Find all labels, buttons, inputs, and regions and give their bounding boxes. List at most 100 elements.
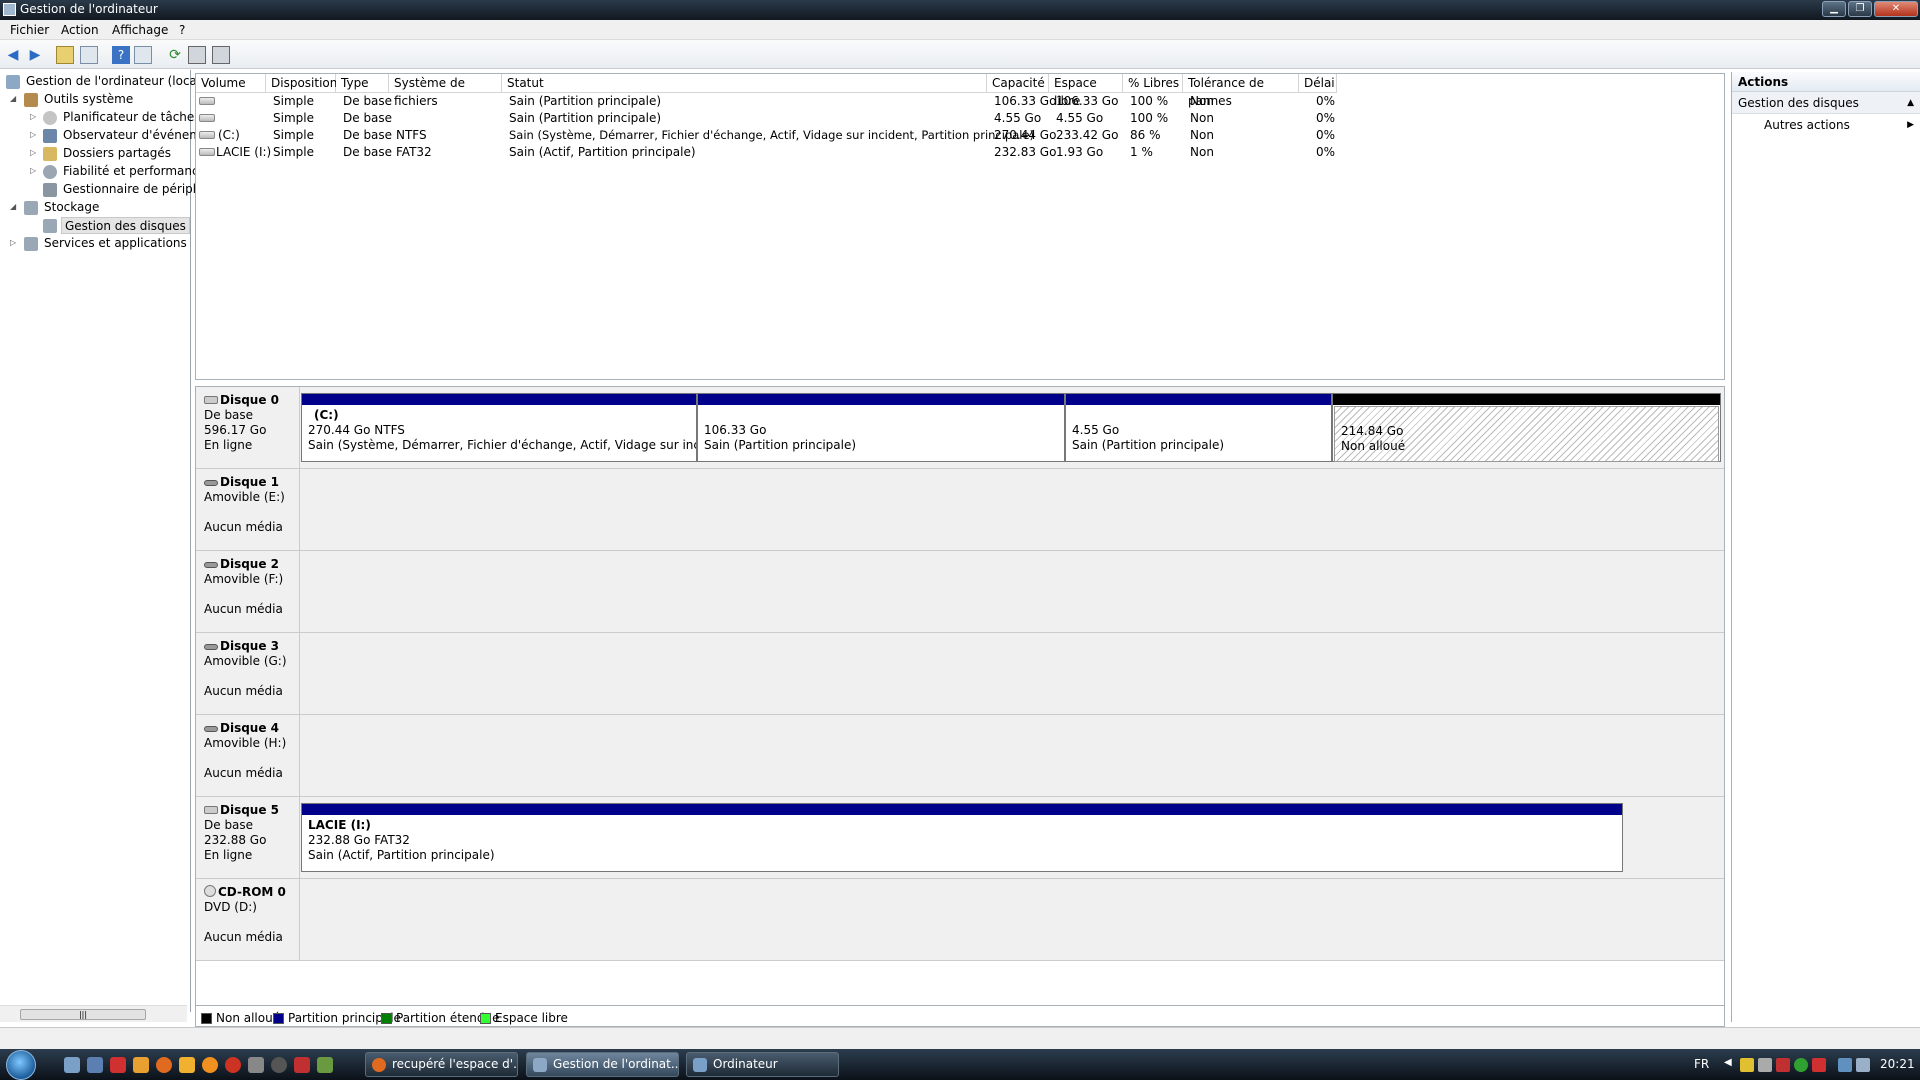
event-viewer-icon xyxy=(43,129,57,143)
folder-icon[interactable] xyxy=(179,1057,195,1073)
tree-item-dossiers[interactable]: Dossiers partagés xyxy=(63,145,171,162)
cell-libre: 1.93 Go xyxy=(1056,145,1104,159)
back-arrow-icon[interactable]: ◀ xyxy=(4,46,22,64)
col-type[interactable]: Type xyxy=(336,74,389,93)
task-label: Gestion de l'ordinat... xyxy=(553,1057,679,1071)
tree-item-stockage[interactable]: Stockage xyxy=(44,199,99,216)
tree-item-gestion-disques[interactable]: Gestion des disques xyxy=(61,217,190,234)
acrobat-icon[interactable] xyxy=(110,1057,126,1073)
maximize-button[interactable]: ❐ xyxy=(1848,1,1872,17)
tree-item-gestionnaire[interactable]: Gestionnaire de périphé xyxy=(63,181,208,198)
autres-actions-item[interactable]: Autres actions ▶ xyxy=(1732,114,1920,136)
rescan-disks-icon[interactable] xyxy=(212,46,230,64)
close-button[interactable]: ✕ xyxy=(1874,1,1918,17)
media-icon[interactable] xyxy=(202,1057,218,1073)
taskbar-firefox[interactable]: recupéré l'espace d'... xyxy=(365,1052,518,1077)
start-button[interactable] xyxy=(6,1050,36,1080)
menu-affichage[interactable]: Affichage xyxy=(112,23,168,37)
tree-item-root[interactable]: Gestion de l'ordinateur (local) xyxy=(26,73,205,90)
partition-bar xyxy=(302,804,1622,815)
disk-0-label[interactable]: Disque 0 De base 596.17 Go En ligne xyxy=(196,387,300,469)
volume-icon[interactable] xyxy=(1856,1058,1870,1072)
firefox-icon[interactable] xyxy=(156,1057,172,1073)
col-statut[interactable]: Statut xyxy=(502,74,987,93)
forward-arrow-icon[interactable]: ▶ xyxy=(26,46,44,64)
antivirus-icon[interactable] xyxy=(1776,1058,1790,1072)
help-icon[interactable]: ? xyxy=(112,46,130,64)
network-icon[interactable] xyxy=(1838,1058,1852,1072)
tools-icon xyxy=(24,93,38,107)
tree-item-planificateur[interactable]: Planificateur de tâches xyxy=(63,109,201,126)
collapse-arrow-icon[interactable]: ▲ xyxy=(1907,92,1914,114)
taskbar-ordinateur[interactable]: Ordinateur xyxy=(686,1052,839,1077)
disk-1-label[interactable]: Disque 1 Amovible (E:) Aucun média xyxy=(196,469,300,551)
actions-section-gestion-disques[interactable]: Gestion des disques ▲ xyxy=(1732,92,1920,114)
disk-4-area xyxy=(300,715,1724,797)
disk-management-icon xyxy=(43,219,57,233)
show-hide-action-pane-icon[interactable] xyxy=(134,46,152,64)
steam-tray-icon[interactable] xyxy=(1758,1058,1772,1072)
disk-1-area xyxy=(300,469,1724,551)
col-tolerance[interactable]: Tolérance de pannes xyxy=(1183,74,1299,108)
pencil-icon[interactable] xyxy=(133,1057,149,1073)
refresh-icon[interactable]: ⟳ xyxy=(166,46,184,64)
acrobat-tray-icon[interactable] xyxy=(1812,1058,1826,1072)
legend-text: Espace libre xyxy=(495,1011,568,1025)
expand-arrow-icon[interactable]: ◢ xyxy=(10,202,16,211)
tree-horizontal-scrollbar[interactable]: ||| xyxy=(0,1005,187,1022)
menu-fichier[interactable]: Fichier xyxy=(10,23,49,37)
clock[interactable]: 20:21 xyxy=(1880,1057,1915,1071)
gmail-icon[interactable] xyxy=(294,1057,310,1073)
unallocated-space[interactable]: 214.84 Go Non alloué xyxy=(1332,393,1721,462)
services-icon xyxy=(24,237,38,251)
expand-arrow-icon[interactable]: ◢ xyxy=(10,94,16,103)
taskbar-gestion[interactable]: Gestion de l'ordinat... xyxy=(526,1052,679,1077)
disk-5-label[interactable]: Disque 5 De base 232.88 Go En ligne xyxy=(196,797,300,879)
cdrom-0-label[interactable]: CD-ROM 0 DVD (D:) Aucun média xyxy=(196,879,300,961)
collapse-arrow-icon[interactable]: ▷ xyxy=(10,238,16,247)
warning-icon[interactable] xyxy=(1740,1058,1754,1072)
steam-icon[interactable] xyxy=(248,1057,264,1073)
app-icon[interactable] xyxy=(225,1057,241,1073)
collapse-arrow-icon[interactable]: ▷ xyxy=(30,166,36,175)
menu-help[interactable]: ? xyxy=(179,23,185,37)
switch-windows-icon[interactable] xyxy=(87,1057,103,1073)
col-fs[interactable]: Système de fichiers xyxy=(389,74,502,108)
app-icon[interactable] xyxy=(317,1057,333,1073)
scroll-thumb[interactable]: ||| xyxy=(20,1009,146,1020)
collapse-arrow-icon[interactable]: ▷ xyxy=(30,112,36,121)
globe-icon[interactable] xyxy=(271,1057,287,1073)
menu-action[interactable]: Action xyxy=(61,23,99,37)
tree-item-outils[interactable]: Outils système xyxy=(44,91,133,108)
partition-2[interactable]: 106.33 Go Sain (Partition principale) xyxy=(697,393,1065,462)
partition-c[interactable]: (C:) 270.44 Go NTFS Sain (Système, Démar… xyxy=(301,393,697,462)
messenger-icon[interactable] xyxy=(1794,1058,1808,1072)
tray-expand-icon[interactable]: ◀ xyxy=(1724,1057,1732,1068)
disk-2-label[interactable]: Disque 2 Amovible (F:) Aucun média xyxy=(196,551,300,633)
menu-bar: Fichier Action Affichage ? xyxy=(0,20,1920,40)
partition-3[interactable]: 4.55 Go Sain (Partition principale) xyxy=(1065,393,1332,462)
language-indicator[interactable]: FR xyxy=(1694,1057,1709,1071)
show-desktop-icon[interactable] xyxy=(64,1057,80,1073)
collapse-arrow-icon[interactable]: ▷ xyxy=(30,130,36,139)
tree-item-services[interactable]: Services et applications xyxy=(44,235,187,252)
disk-4-label[interactable]: Disque 4 Amovible (H:) Aucun média xyxy=(196,715,300,797)
cdrom-0-area xyxy=(300,879,1724,961)
minimize-button[interactable]: ▁ xyxy=(1822,1,1846,17)
show-hide-tree-icon[interactable] xyxy=(80,46,98,64)
up-folder-icon[interactable] xyxy=(56,46,74,64)
col-pct[interactable]: % Libres xyxy=(1123,74,1183,93)
disk-3-label[interactable]: Disque 3 Amovible (G:) Aucun média xyxy=(196,633,300,715)
disk-status: En ligne xyxy=(204,848,253,862)
properties-icon[interactable] xyxy=(188,46,206,64)
partition-lacie[interactable]: LACIE (I:) 232.88 Go FAT32 Sain (Actif, … xyxy=(301,803,1623,872)
col-delai[interactable]: Délai xyxy=(1299,74,1337,93)
col-capacite[interactable]: Capacité xyxy=(987,74,1049,93)
col-disposition[interactable]: Disposition xyxy=(266,74,337,93)
col-volume[interactable]: Volume xyxy=(196,74,266,93)
collapse-arrow-icon[interactable]: ▷ xyxy=(30,148,36,157)
legend-text: Non alloué xyxy=(216,1011,281,1025)
tree-item-fiabilite[interactable]: Fiabilité et performance xyxy=(63,163,206,180)
tree-item-observateur[interactable]: Observateur d'événeme xyxy=(63,127,208,144)
col-libre[interactable]: Espace libre xyxy=(1049,74,1123,108)
